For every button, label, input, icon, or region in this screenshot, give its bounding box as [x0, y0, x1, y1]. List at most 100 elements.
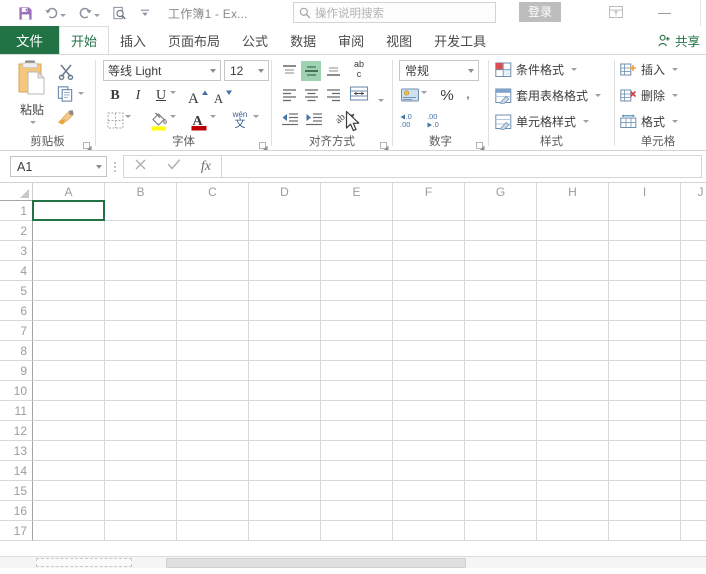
cell-F3[interactable] — [393, 241, 465, 261]
row-header-17[interactable]: 17 — [0, 521, 33, 541]
font-name-combobox[interactable]: 等线 Light — [103, 60, 221, 81]
cell-J7[interactable] — [681, 321, 706, 341]
cell-B17[interactable] — [105, 521, 177, 541]
column-header-E[interactable]: E — [321, 183, 393, 201]
cell-I4[interactable] — [609, 261, 681, 281]
cell-D8[interactable] — [249, 341, 321, 361]
cell-A13[interactable] — [33, 441, 105, 461]
cell-G11[interactable] — [465, 401, 537, 421]
cell-C2[interactable] — [177, 221, 249, 241]
cell-I3[interactable] — [609, 241, 681, 261]
cell-G4[interactable] — [465, 261, 537, 281]
insert-function-icon[interactable]: fx — [201, 159, 211, 175]
cell-B2[interactable] — [105, 221, 177, 241]
tab-developer[interactable]: 开发工具 — [423, 26, 497, 54]
cell-E11[interactable] — [321, 401, 393, 421]
cell-H5[interactable] — [537, 281, 609, 301]
cell-J17[interactable] — [681, 521, 706, 541]
cell-F8[interactable] — [393, 341, 465, 361]
cell-C16[interactable] — [177, 501, 249, 521]
cell-B3[interactable] — [105, 241, 177, 261]
font-color-button[interactable]: A — [188, 109, 210, 131]
format-cells-button[interactable]: 格式 — [620, 113, 679, 130]
cell-F14[interactable] — [393, 461, 465, 481]
cell-B4[interactable] — [105, 261, 177, 281]
cell-B11[interactable] — [105, 401, 177, 421]
italic-button[interactable]: I — [128, 86, 148, 106]
cell-G17[interactable] — [465, 521, 537, 541]
merge-and-center-button[interactable] — [348, 84, 370, 104]
cell-I6[interactable] — [609, 301, 681, 321]
cell-B9[interactable] — [105, 361, 177, 381]
cell-J12[interactable] — [681, 421, 706, 441]
customize-qat-icon[interactable] — [132, 2, 158, 24]
cell-I17[interactable] — [609, 521, 681, 541]
number-dialog-launcher[interactable] — [476, 141, 485, 150]
cell-D16[interactable] — [249, 501, 321, 521]
format-cells-dropdown-icon[interactable] — [672, 120, 679, 123]
name-box-dropdown-icon[interactable] — [96, 165, 102, 169]
row-header-7[interactable]: 7 — [0, 321, 33, 341]
cell-D9[interactable] — [249, 361, 321, 381]
cell-B6[interactable] — [105, 301, 177, 321]
cell-E3[interactable] — [321, 241, 393, 261]
tab-insert[interactable]: 插入 — [109, 26, 157, 54]
cell-H9[interactable] — [537, 361, 609, 381]
cell-I11[interactable] — [609, 401, 681, 421]
row-header-5[interactable]: 5 — [0, 281, 33, 301]
tab-formulas[interactable]: 公式 — [231, 26, 279, 54]
cell-I15[interactable] — [609, 481, 681, 501]
underline-button[interactable]: U — [151, 86, 171, 106]
cell-F11[interactable] — [393, 401, 465, 421]
cell-G6[interactable] — [465, 301, 537, 321]
cell-E7[interactable] — [321, 321, 393, 341]
increase-indent-button[interactable] — [303, 109, 325, 129]
enter-formula-icon[interactable] — [167, 158, 181, 176]
format-painter-button[interactable] — [56, 108, 76, 126]
select-all-corner[interactable] — [0, 183, 33, 201]
shrink-font-button[interactable]: A — [211, 85, 235, 107]
cell-styles-dropdown-icon[interactable] — [583, 120, 590, 123]
cell-G1[interactable] — [465, 201, 537, 221]
cell-H2[interactable] — [537, 221, 609, 241]
cell-H7[interactable] — [537, 321, 609, 341]
cell-G7[interactable] — [465, 321, 537, 341]
cell-I14[interactable] — [609, 461, 681, 481]
ribbon-display-options-icon[interactable] — [606, 3, 626, 22]
cell-area[interactable] — [33, 201, 706, 541]
paste-button[interactable]: 粘贴 — [8, 59, 56, 131]
cell-F5[interactable] — [393, 281, 465, 301]
cell-J11[interactable] — [681, 401, 706, 421]
decrease-indent-button[interactable] — [279, 109, 301, 129]
accounting-dropdown-icon[interactable] — [421, 91, 427, 94]
cell-C9[interactable] — [177, 361, 249, 381]
cell-H15[interactable] — [537, 481, 609, 501]
cell-A6[interactable] — [33, 301, 105, 321]
underline-dropdown-icon[interactable] — [170, 91, 176, 94]
row-header-2[interactable]: 2 — [0, 221, 33, 241]
font-size-combobox[interactable]: 12 — [224, 60, 269, 81]
cell-A11[interactable] — [33, 401, 105, 421]
cell-E13[interactable] — [321, 441, 393, 461]
cell-E12[interactable] — [321, 421, 393, 441]
cell-A3[interactable] — [33, 241, 105, 261]
comma-style-button[interactable]: , — [459, 85, 477, 105]
cell-B13[interactable] — [105, 441, 177, 461]
cell-A12[interactable] — [33, 421, 105, 441]
cell-J9[interactable] — [681, 361, 706, 381]
cell-I5[interactable] — [609, 281, 681, 301]
cell-B7[interactable] — [105, 321, 177, 341]
cell-E1[interactable] — [321, 201, 393, 221]
cell-E15[interactable] — [321, 481, 393, 501]
accounting-format-button[interactable] — [399, 86, 421, 106]
cell-J5[interactable] — [681, 281, 706, 301]
cell-B12[interactable] — [105, 421, 177, 441]
cell-F16[interactable] — [393, 501, 465, 521]
top-align-button[interactable] — [279, 61, 299, 81]
cell-C14[interactable] — [177, 461, 249, 481]
cell-D2[interactable] — [249, 221, 321, 241]
undo-dropdown-icon[interactable] — [60, 13, 66, 17]
cell-C4[interactable] — [177, 261, 249, 281]
cell-A1[interactable] — [33, 201, 105, 221]
cell-G10[interactable] — [465, 381, 537, 401]
